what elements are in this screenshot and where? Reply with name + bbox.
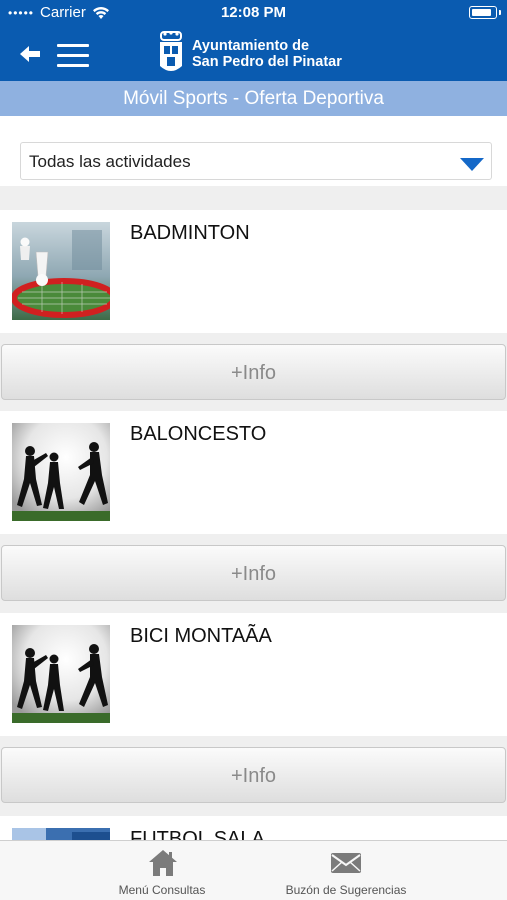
coat-of-arms-logo: [160, 31, 182, 71]
divider: [0, 186, 507, 210]
activity-title: BALONCESTO: [130, 423, 267, 445]
battery-icon: [469, 6, 501, 19]
tab-label: Buzón de Sugerencias: [285, 883, 407, 897]
list-item: BICI MONTAÃA: [0, 613, 507, 736]
status-time: 12:08 PM: [220, 4, 287, 21]
logo-line1: Ayuntamiento de: [192, 38, 310, 54]
home-icon: [149, 850, 177, 876]
municipality-logo: Ayuntamiento de San Pedro del Pinatar: [158, 30, 342, 78]
more-info-button[interactable]: +Info: [1, 545, 506, 601]
page-title: Móvil Sports - Oferta Deportiva: [0, 81, 507, 116]
dropdown-arrow-icon[interactable]: [460, 158, 484, 171]
hamburger-menu-icon[interactable]: [57, 44, 89, 68]
activity-title: BADMINTON: [130, 222, 250, 244]
back-arrow-icon[interactable]: [18, 42, 42, 66]
bottom-tab-bar: Menú Consultas Buzón de Sugerencias: [0, 840, 507, 900]
filter-area: Todas las actividades: [0, 116, 507, 186]
tab-buzon-sugerencias[interactable]: Buzón de Sugerencias: [272, 841, 420, 900]
list-item: BADMINTON: [0, 210, 507, 333]
runners-silhouette-photo: [12, 423, 110, 521]
activity-title: FUTBOL SALA: [130, 828, 265, 840]
list-item: BALONCESTO: [0, 411, 507, 534]
status-bar: ••••• Carrier 12:08 PM: [0, 0, 507, 26]
list-item: FUTBOL SALA: [0, 816, 507, 840]
logo-text: Ayuntamiento de San Pedro del Pinatar: [192, 38, 342, 70]
runners-silhouette-photo: [12, 625, 110, 723]
badminton-shuttlecock-photo: [12, 222, 110, 320]
tab-label: Menú Consultas: [118, 883, 206, 897]
envelope-icon: [331, 853, 361, 873]
activity-filter-select[interactable]: Todas las actividades: [20, 142, 492, 180]
futbol-sala-photo: [12, 828, 110, 840]
tab-menu-consultas[interactable]: Menú Consultas: [100, 841, 224, 900]
more-info-button[interactable]: +Info: [1, 747, 506, 803]
logo-line2: San Pedro del Pinatar: [192, 54, 342, 70]
activity-title: BICI MONTAÃA: [130, 625, 272, 647]
more-info-button[interactable]: +Info: [1, 344, 506, 400]
app-header: Ayuntamiento de San Pedro del Pinatar: [0, 26, 507, 81]
activity-filter-value: Todas las actividades: [29, 152, 191, 171]
